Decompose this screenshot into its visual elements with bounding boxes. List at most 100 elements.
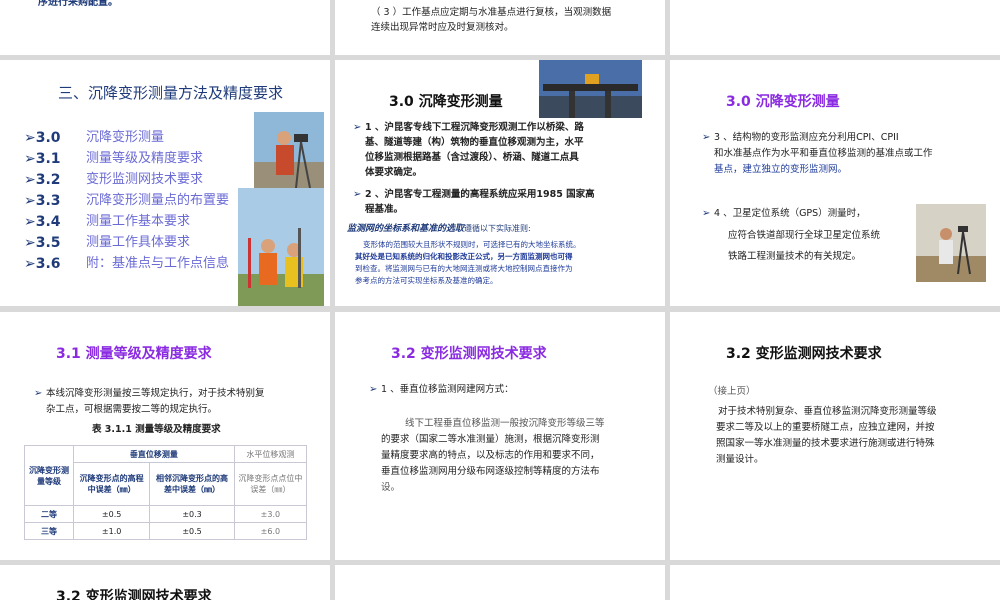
- slide-3-0-a[interactable]: 3.0 沉降变形测量 ➢ 1 、沪昆客专线下工程沉降变形观测工作以桥梁、路 基、…: [335, 60, 665, 306]
- surveyor-photo-2: [238, 188, 324, 306]
- paragraph-line: 基点，建立独立的变形监测网。: [714, 164, 848, 175]
- paragraph-line: 垂直位移监测网用分级布网逐级控制等精度的方法布: [381, 466, 600, 477]
- paragraph-line: 其好处是已知系统的归化和投影改正公式，另一方面监测网也可得: [355, 252, 573, 261]
- slide-r3c1[interactable]: [335, 565, 665, 600]
- section-head: 监测网的坐标系和基准的选取遵循以下实际准则:: [347, 224, 531, 235]
- bullet-arrow-icon: ➢: [702, 132, 711, 143]
- paragraph-line: 3 、结构物的变形监测应充分利用CPI、CPII: [714, 132, 899, 143]
- slide-r0c0[interactable]: 序进行采购配置。: [0, 0, 330, 55]
- table-header: 相邻沉降变形点的高差中误差（㎜）: [149, 462, 235, 506]
- paragraph-line: 1 、垂直位移监测网建网方式：: [381, 384, 514, 395]
- slide-3-1[interactable]: 3.1 测量等级及精度要求 ➢ 本线沉降变形测量按三等规定执行，对于技术特别复 …: [0, 312, 330, 560]
- gps-surveyor-photo: [916, 204, 986, 282]
- slide-3-2-b[interactable]: 3.2 变形监测网技术要求 （接上页） 对于技术特别复杂、垂直位移监测沉降变形测…: [670, 312, 1000, 560]
- slide-title: 3.1 测量等级及精度要求: [56, 346, 212, 362]
- page-title: 三、沉降变形测量方法及精度要求: [58, 84, 284, 102]
- surveyor-photo-1: [254, 112, 324, 188]
- paragraph-line: 要求二等及以上的重要桥隧工点，应独立建网，并按: [716, 422, 935, 433]
- paragraph-line: 程基准。: [365, 204, 404, 215]
- slide-title: 3.2 变形监测网技术要求: [726, 346, 882, 362]
- bullet-arrow-icon: ➢: [369, 384, 378, 395]
- paragraph-line: 2 、沪昆客专工程测量的高程系统应采用1985 国家高: [365, 189, 595, 200]
- toc-item[interactable]: ➢3.4: [24, 214, 61, 232]
- table-cell: ±0.3: [149, 505, 235, 523]
- toc-item[interactable]: ➢3.5: [24, 235, 61, 253]
- paragraph-line: 线下工程垂直位移监测一般按沉降变形等级三等: [405, 418, 605, 429]
- slide-title: 3.0 沉降变形测量: [389, 94, 503, 110]
- toc-item[interactable]: ➢3.3: [24, 193, 61, 211]
- toc-num: 3.0: [35, 130, 61, 146]
- section-head-tail: 遵循以下实际准则:: [464, 224, 531, 233]
- toc-num: 3.2: [35, 172, 61, 188]
- slide-title: 3.2 变形监测网技术要求: [391, 346, 547, 362]
- slide-title: 3.2 变形监测网技术要求: [56, 589, 212, 600]
- toc-item[interactable]: ➢3.2: [24, 172, 61, 190]
- paragraph-line: 量精度要求高的特点，以及标志的作用和要求不同，: [381, 450, 600, 461]
- paragraph-line: 杂工点，可根据需要按二等的规定执行。: [46, 404, 218, 415]
- slide-title: 3.0 沉降变形测量: [726, 94, 840, 110]
- toc-item[interactable]: ➢3.1: [24, 151, 61, 169]
- slide-text-line: 连续出现异常时应及时复测核对。: [371, 22, 514, 33]
- table-cell: 三等: [24, 522, 74, 540]
- slide-text: 序进行采购配置。: [38, 0, 118, 8]
- paragraph-line: 位移监测根据路基（含过渡段）、桥涵、隧道工点具: [365, 152, 579, 163]
- toc-label[interactable]: 沉降变形测量: [86, 130, 164, 146]
- table-cell: ±1.0: [72, 522, 151, 540]
- table-header: 水平位移观测: [233, 445, 308, 463]
- slide-text-line: （ 3 ）工作基点应定期与水准基点进行复核，当观测数据: [371, 7, 612, 18]
- arrow-icon: ➢: [24, 151, 36, 167]
- toc-item[interactable]: ➢3.0: [24, 130, 61, 148]
- toc-label[interactable]: 变形监测网技术要求: [86, 172, 203, 188]
- slide-r3c2[interactable]: [670, 565, 1000, 600]
- paragraph-line: 测量设计。: [716, 454, 764, 465]
- continuation-note: （接上页）: [708, 386, 756, 397]
- paragraph-line: 4 、卫星定位系统（GPS）测量时，: [714, 208, 866, 219]
- slide-toc[interactable]: 三、沉降变形测量方法及精度要求 ➢3.0 沉降变形测量 ➢3.1 测量等级及精度…: [0, 60, 330, 306]
- table-header: 沉降变形测量等级: [24, 445, 74, 506]
- paragraph-line: 到检查。将监测网与已有的大地网连测或将大地控制网点直接作为: [355, 264, 573, 273]
- paragraph-line: 的要求（国家二等水准测量）施测，根据沉降变形测: [381, 434, 600, 445]
- paragraph-line: 和水准基点作为水平和垂直位移监测的基准点或工作: [714, 148, 933, 159]
- toc-item[interactable]: ➢3.6: [24, 256, 61, 274]
- table-cell: ±0.5: [149, 522, 235, 540]
- table-row: 二等 ±0.5 ±0.3 ±3.0: [24, 505, 308, 523]
- arrow-icon: ➢: [24, 214, 36, 230]
- table-row: 三等 ±1.0 ±0.5 ±6.0: [24, 522, 308, 540]
- table-caption: 表 3.1.1 测量等级及精度要求: [92, 424, 221, 435]
- slide-r3c0[interactable]: 3.2 变形监测网技术要求: [0, 565, 330, 600]
- bullet-arrow-icon: ➢: [353, 189, 362, 200]
- table-header: 沉降变形点点位中误差（㎜）: [233, 462, 308, 506]
- paragraph-line: 1 、沪昆客专线下工程沉降变形观测工作以桥梁、路: [365, 122, 584, 133]
- toc-label[interactable]: 沉降变形测量点的布置要: [86, 193, 229, 209]
- table-cell: 二等: [24, 505, 74, 523]
- paragraph-line: 基、隧道等建（构）筑物的垂直位移观测为主，水平: [365, 137, 584, 148]
- toc-label[interactable]: 测量工作基本要求: [86, 214, 190, 230]
- paragraph-line: 照国家一等水准测量的技术要求进行施测或进行特殊: [716, 438, 935, 449]
- arrow-icon: ➢: [24, 193, 36, 209]
- slide-r0c2[interactable]: [670, 0, 1000, 55]
- grade-table: 沉降变形测量等级 垂直位移测量 水平位移观测 沉降变形点的高程中误差（㎜） 相邻…: [24, 445, 308, 540]
- toc-label[interactable]: 测量工作具体要求: [86, 235, 190, 251]
- slide-3-0-b[interactable]: 3.0 沉降变形测量 ➢ 3 、结构物的变形监测应充分利用CPI、CPII 和水…: [670, 60, 1000, 306]
- table-header: 沉降变形点的高程中误差（㎜）: [72, 462, 151, 506]
- paragraph-line: 变形体的范围较大且形状不规则时，可选择已有的大地坐标系统。: [363, 240, 581, 249]
- bridge-photo: [539, 60, 642, 118]
- toc-num: 3.4: [35, 214, 61, 230]
- arrow-icon: ➢: [24, 130, 36, 146]
- bullet-arrow-icon: ➢: [34, 388, 43, 399]
- table-header: 垂直位移测量: [73, 445, 235, 463]
- bullet-arrow-icon: ➢: [702, 208, 711, 219]
- toc-num: 3.6: [35, 256, 61, 272]
- table-cell: ±6.0: [233, 522, 308, 540]
- toc-label[interactable]: 测量等级及精度要求: [86, 151, 203, 167]
- arrow-icon: ➢: [24, 256, 36, 272]
- toc-label[interactable]: 附：基准点与工作点信息: [86, 256, 229, 272]
- paragraph-line: 应符合铁道部现行全球卫星定位系统: [728, 230, 881, 241]
- toc-num: 3.1: [35, 151, 61, 167]
- section-head-em: 监测网的坐标系和基准的选取: [347, 224, 465, 234]
- slide-3-2-a[interactable]: 3.2 变形监测网技术要求 ➢ 1 、垂直位移监测网建网方式： 线下工程垂直位移…: [335, 312, 665, 560]
- paragraph-line: 设。: [381, 482, 401, 493]
- table-cell: ±0.5: [72, 505, 151, 523]
- slide-r0c1[interactable]: （ 3 ）工作基点应定期与水准基点进行复核，当观测数据 连续出现异常时应及时复测…: [335, 0, 665, 55]
- paragraph-line: 本线沉降变形测量按三等规定执行，对于技术特别复: [46, 388, 265, 399]
